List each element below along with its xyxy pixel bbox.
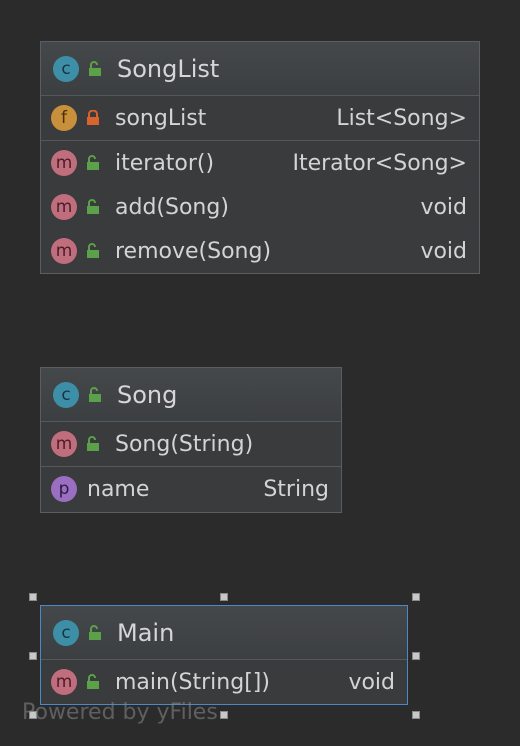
- resize-handle-top-left[interactable]: [29, 593, 37, 601]
- method-row-add[interactable]: m add(Song) void: [41, 185, 479, 229]
- field-type: List<Song>: [336, 105, 467, 131]
- property-name: name: [87, 476, 150, 502]
- class-name-songlist: SongList: [117, 54, 220, 83]
- method-return-type: Iterator<Song>: [292, 150, 467, 176]
- method-row-iterator[interactable]: m iterator() Iterator<Song>: [41, 141, 479, 185]
- class-kind-icon: c: [53, 619, 79, 646]
- yfiles-watermark: Powered by yFiles: [22, 700, 218, 725]
- method-row-main[interactable]: m main(String[]) void: [41, 660, 407, 704]
- public-lock-icon: [85, 155, 101, 171]
- public-lock-icon: [85, 674, 101, 690]
- method-name: iterator(): [115, 150, 215, 176]
- public-lock-icon: [87, 386, 103, 403]
- method-return-type: void: [348, 669, 395, 695]
- constructor-row-song[interactable]: m Song(String): [41, 422, 341, 466]
- public-lock-icon: [85, 436, 101, 452]
- method-name: remove(Song): [115, 238, 272, 264]
- public-lock-icon: [87, 624, 103, 641]
- private-lock-icon: [85, 110, 101, 126]
- class-node-song[interactable]: c Song m Song(String) p name String: [40, 367, 342, 513]
- class-kind-icon: c: [53, 381, 79, 408]
- property-kind-icon: p: [51, 476, 77, 502]
- method-name: main(String[]): [115, 669, 270, 695]
- resize-handle-middle-left[interactable]: [29, 652, 37, 660]
- class-node-songlist[interactable]: c SongList f songList List<Song> m itera…: [40, 41, 480, 274]
- constructor-name: Song(String): [115, 431, 254, 457]
- class-name-main: Main: [117, 618, 175, 647]
- property-type: String: [263, 476, 329, 502]
- method-kind-icon: m: [51, 431, 77, 457]
- method-name: add(Song): [115, 194, 229, 220]
- field-row-songlist[interactable]: f songList List<Song>: [41, 96, 479, 140]
- method-return-type: void: [420, 238, 467, 264]
- method-return-type: void: [420, 194, 467, 220]
- class-header-main[interactable]: c Main: [41, 606, 407, 660]
- method-row-remove[interactable]: m remove(Song) void: [41, 229, 479, 273]
- public-lock-icon: [85, 243, 101, 259]
- resize-handle-top-center[interactable]: [220, 593, 228, 601]
- class-header-songlist[interactable]: c SongList: [41, 42, 479, 96]
- method-kind-icon: m: [51, 150, 77, 176]
- class-name-song: Song: [117, 380, 178, 409]
- class-kind-icon: c: [53, 55, 79, 82]
- field-kind-icon: f: [51, 105, 77, 131]
- resize-handle-bottom-center[interactable]: [220, 711, 228, 719]
- property-row-name[interactable]: p name String: [41, 467, 341, 511]
- public-lock-icon: [85, 199, 101, 215]
- class-node-main[interactable]: c Main m main(String[]) void: [40, 605, 408, 705]
- field-name: songList: [115, 105, 207, 131]
- class-header-song[interactable]: c Song: [41, 368, 341, 422]
- resize-handle-top-right[interactable]: [412, 593, 420, 601]
- method-kind-icon: m: [51, 669, 77, 695]
- resize-handle-bottom-right[interactable]: [412, 711, 420, 719]
- method-kind-icon: m: [51, 194, 77, 220]
- method-kind-icon: m: [51, 238, 77, 264]
- public-lock-icon: [87, 60, 103, 77]
- resize-handle-middle-right[interactable]: [412, 652, 420, 660]
